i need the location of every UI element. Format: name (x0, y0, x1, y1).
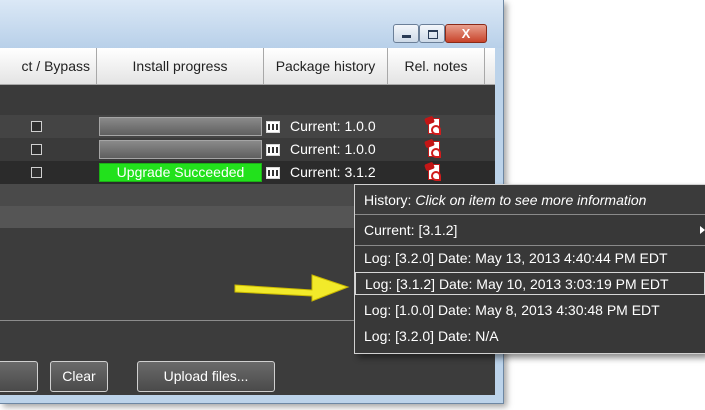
column-header-rel-notes[interactable]: Rel. notes (388, 48, 485, 85)
history-icon[interactable] (266, 121, 280, 133)
bypass-checkbox[interactable] (31, 121, 42, 132)
pdf-icon[interactable] (428, 141, 441, 158)
upload-files-button[interactable]: Upload files... (137, 361, 275, 392)
current-version[interactable]: Current: 1.0.0 (290, 118, 376, 135)
history-icon[interactable] (266, 144, 280, 156)
current-version[interactable]: Current: 3.1.2 (290, 164, 376, 181)
close-icon: X (461, 26, 471, 41)
pdf-icon[interactable] (428, 164, 441, 181)
menu-item-log[interactable]: Log: [3.2.0] Date: May 13, 2013 4:40:44 … (355, 247, 705, 270)
clear-button[interactable]: Clear (50, 361, 108, 392)
table-row[interactable]: Upgrade Succeeded Current: 3.1.2 (0, 161, 495, 184)
group-row (0, 85, 495, 115)
history-title-hint: Click on item to see more information (415, 192, 647, 208)
menu-item-log[interactable]: Log: [3.1.2] Date: May 10, 2013 3:03:19 … (355, 272, 705, 295)
bypass-checkbox[interactable] (31, 167, 42, 178)
bypass-checkbox[interactable] (31, 144, 42, 155)
current-version[interactable]: Current: 1.0.0 (290, 141, 376, 158)
install-progress-bar (99, 140, 262, 159)
close-button[interactable]: X (445, 24, 487, 43)
menu-item-log[interactable]: Log: [1.0.0] Date: May 8, 2013 4:30:48 P… (355, 299, 705, 322)
pdf-icon[interactable] (428, 118, 441, 135)
history-menu-title: History: Click on item to see more infor… (355, 185, 705, 215)
column-header-install-progress[interactable]: Install progress (97, 48, 264, 85)
menu-item-current[interactable]: Current: [3.1.2] (355, 219, 705, 242)
column-header-package-history[interactable]: Package history (264, 48, 388, 85)
minimize-button[interactable] (393, 24, 419, 43)
table-row[interactable]: Current: 1.0.0 (0, 115, 495, 138)
install-progress-bar: Upgrade Succeeded (99, 163, 262, 182)
table-row[interactable]: Current: 1.0.0 (0, 138, 495, 161)
title-bar[interactable]: X (0, 0, 503, 48)
column-header-connect-bypass[interactable]: ct / Bypass (0, 48, 97, 85)
menu-item-log[interactable]: Log: [3.2.0] Date: N/A (355, 325, 705, 348)
column-header-filler (485, 48, 495, 85)
history-title-prefix: History: (364, 192, 412, 208)
install-progress-bar (99, 117, 262, 136)
history-popup-menu: History: Click on item to see more infor… (354, 184, 705, 354)
maximize-button[interactable] (419, 24, 445, 43)
history-icon[interactable] (266, 167, 280, 179)
left-button[interactable] (0, 361, 38, 392)
menu-separator (355, 245, 705, 246)
